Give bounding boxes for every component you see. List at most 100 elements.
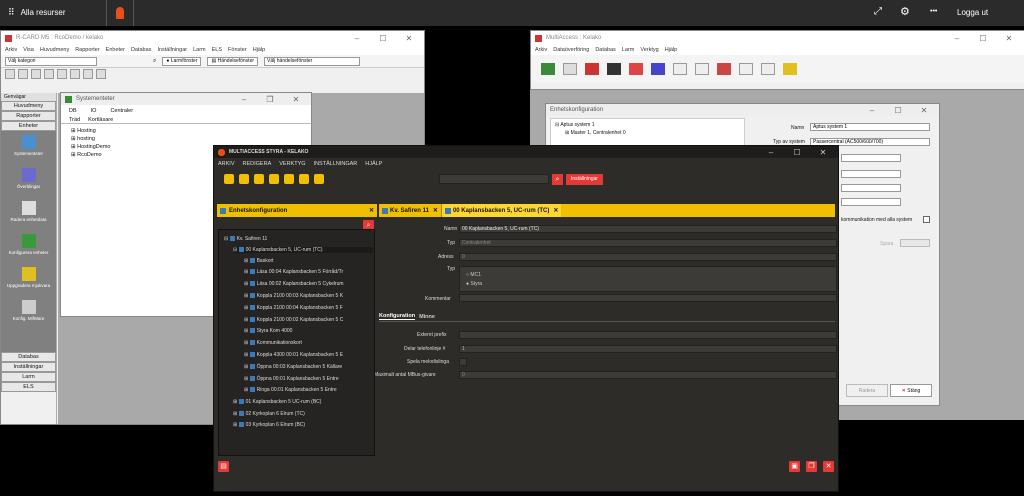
menu-arkiv[interactable]: Arkiv <box>5 47 17 53</box>
close-tab-icon[interactable]: ✕ <box>553 207 558 214</box>
event-window-select[interactable]: Välj händelsefönster <box>264 56 361 66</box>
radera-button[interactable]: Radera <box>846 384 888 397</box>
minimize-button[interactable]: – <box>946 34 968 43</box>
app-tab[interactable] <box>106 0 134 26</box>
shortcut-konfigurera[interactable]: Konfigurera enheter <box>1 234 56 255</box>
minimize-button[interactable]: – <box>346 34 368 43</box>
card-icon[interactable] <box>314 174 324 184</box>
minimize-button[interactable]: – <box>233 95 255 104</box>
print-icon[interactable] <box>83 68 93 79</box>
tree-item[interactable]: ⊞ 01 Kaplansbacken 5 UC-rum (BC) <box>233 399 321 405</box>
paste-icon[interactable] <box>70 68 80 79</box>
shortcut-databas[interactable]: Databas <box>1 352 56 362</box>
shortcut-huvudmeny[interactable]: Huvudmeny <box>1 101 56 111</box>
clock-icon[interactable] <box>239 174 249 184</box>
ext-prefix-field[interactable] <box>459 331 837 339</box>
tab-minne[interactable]: Minne <box>419 314 435 320</box>
tree-item[interactable]: ⊞ Öppna 00:03 Kaplansbacken 5 Källare <box>244 364 342 370</box>
tab-kv-safiren[interactable]: Kv. Safiren 11 ✕ <box>379 204 442 217</box>
shortcut-larm[interactable]: Larm <box>1 372 56 382</box>
transfer-icon[interactable] <box>224 174 234 184</box>
delar-field[interactable]: 1 <box>459 345 837 353</box>
cut-icon[interactable] <box>44 68 54 79</box>
traffic-light-icon[interactable] <box>607 63 621 75</box>
fullscreen-icon[interactable]: ⤢ <box>874 6 882 17</box>
tree-item[interactable]: ⊞ Koppla 4300 00:01 Kaplansbacken 5 E <box>244 352 343 358</box>
tree-item[interactable]: ⊞ Koppla 2100 00:04 Kaplansbacken 5 F <box>244 305 343 311</box>
tree-item-master[interactable]: ⊞ Master 1, Centralenhet 0 <box>555 129 740 137</box>
logout-button[interactable]: Logga ut <box>957 8 988 17</box>
tree-item-hosting2[interactable]: ⊞ hosting <box>71 135 301 143</box>
category-select[interactable]: Välj kategori <box>5 56 97 66</box>
menu-verktyg[interactable]: VERKTYG <box>279 161 305 167</box>
all-resources-menu[interactable]: ⠿ Alla resurser <box>8 7 66 18</box>
menu-arkiv[interactable]: ARKIV <box>218 161 235 167</box>
delete-icon[interactable] <box>31 68 41 79</box>
option-mc1[interactable]: ○ MC1 <box>466 271 830 280</box>
menu-fonster[interactable]: Fönster <box>228 47 247 53</box>
settings-button[interactable]: Inställningar <box>566 173 603 185</box>
tree-item[interactable]: ⊞ Läsa 00:04 Kaplansbacken 5 Förråd/Tr <box>244 269 343 275</box>
binoculars-icon[interactable]: ⌕ <box>153 58 156 65</box>
max-mbus-field[interactable]: 0 <box>459 371 837 379</box>
menu-databas[interactable]: Databas <box>595 47 616 53</box>
tree-item[interactable]: ⊞ Öppna 00:01 Kaplansbacken 5 Entre <box>244 376 339 382</box>
copy-icon[interactable]: ❐ <box>806 461 817 472</box>
close-button[interactable]: ✕ <box>998 34 1020 43</box>
tools-icon[interactable] <box>783 63 797 75</box>
restore-button[interactable]: ❐ <box>259 95 281 104</box>
tab-kaplansbacken[interactable]: 00 Kaplansbacken 5, UC-rum (TC) ✕ <box>441 204 562 217</box>
event-window-button[interactable]: ▤ Händelsefönster <box>207 56 259 66</box>
bg-field-3[interactable] <box>841 184 901 192</box>
tree-item[interactable]: ⊞ 02 Kyrkoplan 6 Elrum (TC) <box>233 411 305 417</box>
delete-icon[interactable]: ✕ <box>823 461 834 472</box>
tab-db[interactable]: DB <box>69 108 77 114</box>
menu-hjalp[interactable]: Hjälp <box>253 47 266 53</box>
menu-installningar[interactable]: INSTÄLLNINGAR <box>314 161 358 167</box>
maximize-button[interactable]: ☐ <box>972 34 994 43</box>
menu-verktyg[interactable]: Verktyg <box>640 47 658 53</box>
shortcut-systementer[interactable]: Systementeter <box>1 135 56 156</box>
bg-field-1[interactable] <box>841 154 901 162</box>
menu-hjalp[interactable]: HJÄLP <box>365 161 382 167</box>
menu-redigera[interactable]: REDIGERA <box>243 161 272 167</box>
maximize-button[interactable]: ☐ <box>786 148 808 157</box>
group-icon[interactable] <box>269 174 279 184</box>
alarm-icon[interactable] <box>585 63 599 75</box>
menu-dataoverforing[interactable]: Dataöverföring <box>553 47 589 53</box>
shortcut-rapporter[interactable]: Rapporter <box>1 111 56 121</box>
save-icon[interactable]: ▣ <box>789 461 800 472</box>
tree-item[interactable]: ⊞ Koppla 2100 00:03 Kaplansbacken 5 K <box>244 293 343 299</box>
comm-all-checkbox[interactable] <box>923 216 930 223</box>
tree-item[interactable]: ⊞ Kommunikationskort <box>244 340 302 346</box>
close-button[interactable]: ✕ <box>812 148 834 157</box>
menu-hjalp[interactable]: Hjälp <box>665 47 678 53</box>
maximize-button[interactable]: ☐ <box>372 34 394 43</box>
help-icon[interactable] <box>96 68 106 79</box>
bg-field-2[interactable] <box>841 170 901 178</box>
kommentar-field[interactable] <box>459 294 837 302</box>
shortcut-installningar[interactable]: Inställningar <box>1 362 56 372</box>
person-icon[interactable] <box>673 63 687 75</box>
spela-checkbox[interactable] <box>459 358 467 366</box>
tab-trad[interactable]: Träd <box>69 117 80 123</box>
close-tab-icon[interactable]: ✕ <box>433 207 438 214</box>
larm-window-button[interactable]: ● Larmfönster <box>162 56 202 66</box>
tree-item-selected[interactable]: ⊟ 00 Kaplansbacken 5, UC-rum (TC) <box>233 247 373 253</box>
shortcut-radera[interactable]: Radera enhetdata <box>1 201 56 222</box>
card-icon[interactable] <box>651 63 665 75</box>
schedule-icon[interactable] <box>739 63 753 75</box>
namn-field[interactable]: 00 Kaplansbacken 5, UC-rum (TC) <box>459 225 837 233</box>
name-field[interactable]: Aptus system 1 <box>810 123 930 131</box>
close-panel-icon[interactable]: ✕ <box>369 207 374 214</box>
tree-item-aptus[interactable]: ⊟ Aptus system 1 <box>555 121 740 129</box>
close-button[interactable]: ✕ <box>285 95 307 104</box>
tree-item[interactable]: ⊞ Ringa 00:01 Kaplansbacken 5 Entre <box>244 387 337 393</box>
person-icon[interactable] <box>254 174 264 184</box>
tree-item[interactable]: ⊞ Styra Kom 4000 <box>244 328 292 334</box>
stang-button[interactable]: ✕ Stäng <box>890 384 932 397</box>
bg-field-4[interactable] <box>841 198 901 206</box>
tree-item-hosting[interactable]: ⊞ Hosting <box>71 127 301 135</box>
maximize-button[interactable]: ☐ <box>887 106 909 115</box>
menu-larm[interactable]: Larm <box>193 47 206 53</box>
